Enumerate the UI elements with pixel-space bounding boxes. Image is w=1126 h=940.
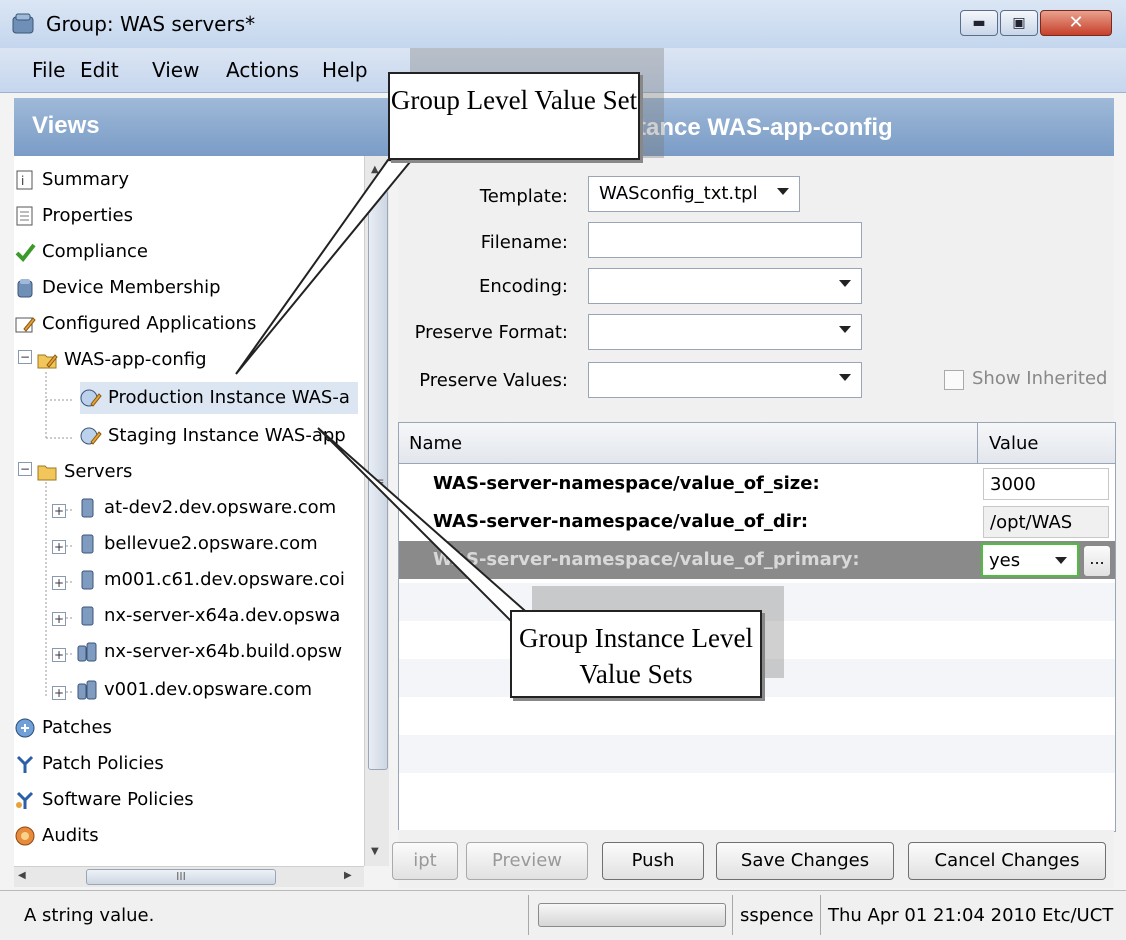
callout-pointer [235, 158, 412, 375]
application-window: Group: WAS servers* ▬ ▣ ✕ File Edit View… [0, 0, 1126, 940]
callout-group-instance: Group Instance Level Value Sets [510, 610, 762, 698]
callout-text: Group Level Value Set [390, 85, 638, 115]
callout-pointer [317, 427, 561, 641]
callout-text: Group Instance Level Value Sets [519, 623, 753, 689]
callout-group-level: Group Level Value Set [388, 72, 640, 160]
